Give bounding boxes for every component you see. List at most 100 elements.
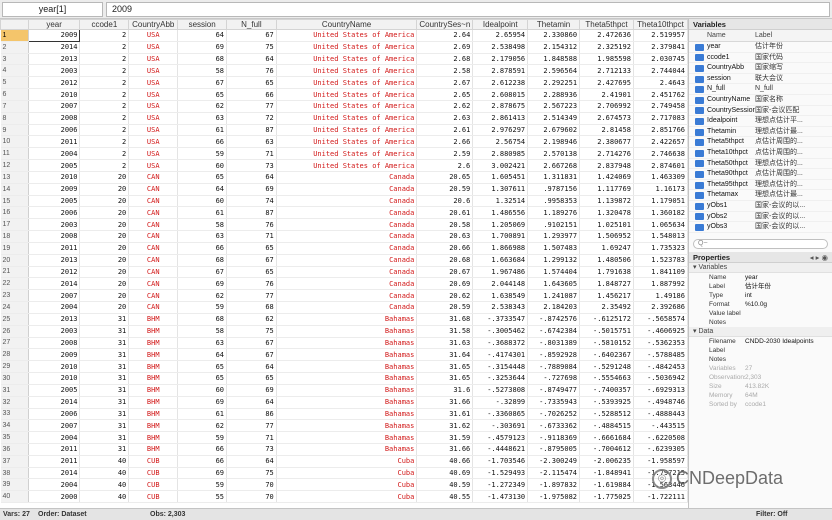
data-cell[interactable]: 1.486556 [472,206,529,220]
row-number[interactable]: 15 [0,195,29,208]
data-cell[interactable]: 2.976297 [472,124,529,137]
table-row[interactable]: 22 2014 20 CAN 69 76 Canada 20.69 2.044148 1.6436… [0,277,688,291]
data-cell[interactable]: -.4842453 [633,360,688,374]
table-row[interactable]: 23 2007 20 CAN 62 77 Canada 20.62 1.638549 1.2410… [0,289,688,303]
properties-data-section[interactable]: ▾ Data [689,327,832,337]
data-cell[interactable]: 1.506952 [579,230,634,243]
data-cell[interactable]: Canada [276,289,418,303]
data-cell[interactable]: 2.837948 [579,159,634,172]
data-cell[interactable]: 67 [177,76,228,90]
data-cell[interactable]: 66 [177,242,228,255]
data-cell[interactable]: 2.749458 [633,100,688,113]
row-number[interactable]: 7 [0,100,29,113]
data-cell[interactable]: 70 [226,490,277,504]
row-number[interactable]: 6 [0,88,29,101]
checkbox-icon[interactable] [695,149,704,157]
row-number[interactable]: 36 [0,443,29,456]
data-cell[interactable]: 71 [226,431,277,444]
data-cell[interactable]: 2.66 [416,135,474,149]
data-cell[interactable]: BHM [128,348,179,362]
data-cell[interactable]: USA [128,159,179,172]
data-cell[interactable]: 2 [79,41,130,54]
data-cell[interactable]: 63 [177,230,228,243]
data-cell[interactable]: 2.63 [416,112,474,125]
data-cell[interactable]: United States of America [276,88,418,101]
table-row[interactable]: 19 2011 20 CAN 66 65 Canada 20.66 1.866988 1.5074… [0,242,688,255]
data-cell[interactable]: 1.574404 [527,266,581,279]
data-cell[interactable]: United States of America [276,41,418,54]
data-cell[interactable]: 2.288936 [527,88,581,101]
data-cell[interactable]: -2.115474 [527,467,581,480]
data-cell[interactable]: 2.878675 [472,100,529,113]
data-cell[interactable]: -.6733362 [527,419,581,433]
data-cell[interactable]: -.8031389 [527,337,581,350]
table-row[interactable]: 34 2007 31 BHM 62 77 Bahamas 31.62 -.303691 -.673… [0,419,688,433]
data-cell[interactable]: -.6220508 [633,431,688,444]
data-cell[interactable]: Canada [276,183,418,196]
table-row[interactable]: 1 2009 2 USA 64 67 United States of America 2.6… [0,29,688,42]
data-cell[interactable]: 1.179051 [633,195,688,208]
data-cell[interactable]: 67 [177,266,228,279]
data-cell[interactable]: CAN [128,195,179,208]
table-row[interactable]: 38 2014 40 CUB 69 75 Cuba 40.69 -1.529493 -2.1154… [0,467,688,480]
data-cell[interactable]: 2.179056 [472,53,529,66]
table-row[interactable]: 15 2005 20 CAN 60 74 Canada 20.6 1.32514.9958353… [0,195,688,208]
data-cell[interactable]: 2.58 [416,64,474,78]
data-cell[interactable]: 2 [79,88,130,101]
variable-list-item[interactable]: Idealpoint 理想点估计平... [689,116,832,127]
data-cell[interactable]: 64 [226,53,277,66]
data-cell[interactable]: 1.456217 [579,289,634,303]
data-cell[interactable]: USA [128,147,179,161]
row-number[interactable]: 28 [0,348,29,362]
data-cell[interactable]: 69 [177,277,228,291]
row-number[interactable]: 1 [0,29,29,42]
variable-list-item[interactable]: CountryName 国家名称 [689,95,832,106]
data-cell[interactable]: 59 [177,478,228,492]
data-cell[interactable]: 2011 [28,455,81,468]
data-cell[interactable]: 63 [226,135,277,149]
row-number[interactable]: 26 [0,325,29,338]
data-cell[interactable]: -.8795005 [527,443,581,456]
data-cell[interactable]: 2014 [28,467,81,480]
data-cell[interactable]: 31.64 [416,348,474,362]
data-cell[interactable]: -.8742576 [527,313,581,326]
data-cell[interactable]: -.5288512 [579,408,634,421]
data-cell[interactable]: 61 [177,206,228,220]
data-cell[interactable]: 69 [177,41,228,54]
row-number[interactable]: 34 [0,419,29,433]
data-cell[interactable]: 2011 [28,443,81,456]
data-cell[interactable]: 2.330860 [527,29,581,42]
data-cell[interactable]: 20 [79,218,130,232]
data-cell[interactable]: -.5658574 [633,313,688,326]
data-cell[interactable]: 2013 [28,313,81,326]
data-cell[interactable]: 65 [226,242,277,255]
data-cell[interactable]: -.5554663 [579,372,634,385]
data-cell[interactable]: -.4884515 [579,419,634,433]
column-header-thetamin[interactable]: Thetamin [527,19,581,30]
row-number[interactable]: 8 [0,112,29,125]
data-cell[interactable]: 20.66 [416,242,474,255]
data-cell[interactable]: 2.41901 [579,88,634,101]
data-cell[interactable]: 2.667268 [527,159,581,172]
data-cell[interactable]: 2 [79,53,130,66]
data-cell[interactable]: -2.006235 [579,455,634,468]
data-cell[interactable]: 69 [177,396,228,409]
data-cell[interactable]: 20.63 [416,230,474,243]
data-cell[interactable]: BHM [128,419,179,433]
data-cell[interactable]: Canada [276,301,418,314]
data-cell[interactable]: 2.030745 [633,53,688,66]
data-cell[interactable]: 2.538498 [472,41,529,54]
data-cell[interactable]: -.5273808 [472,384,529,397]
checkbox-icon[interactable] [695,75,704,83]
table-row[interactable]: 5 2012 2 USA 67 65 United States of America 2.6… [0,76,688,90]
data-cell[interactable]: 20.59 [416,301,474,314]
data-cell[interactable]: 2009 [27,29,81,42]
data-cell[interactable]: 20.65 [416,171,474,184]
data-cell[interactable]: 1.480506 [579,254,634,267]
column-header-n-full[interactable]: N_full [226,19,277,30]
data-cell[interactable]: 60 [177,159,228,172]
data-cell[interactable]: CAN [128,289,179,303]
data-cell[interactable]: 1.735323 [633,242,688,255]
variable-list-item[interactable]: ccode1 国家代码 [689,53,832,64]
table-row[interactable]: 9 2006 2 USA 61 87 United States of America 2.6… [0,124,688,137]
